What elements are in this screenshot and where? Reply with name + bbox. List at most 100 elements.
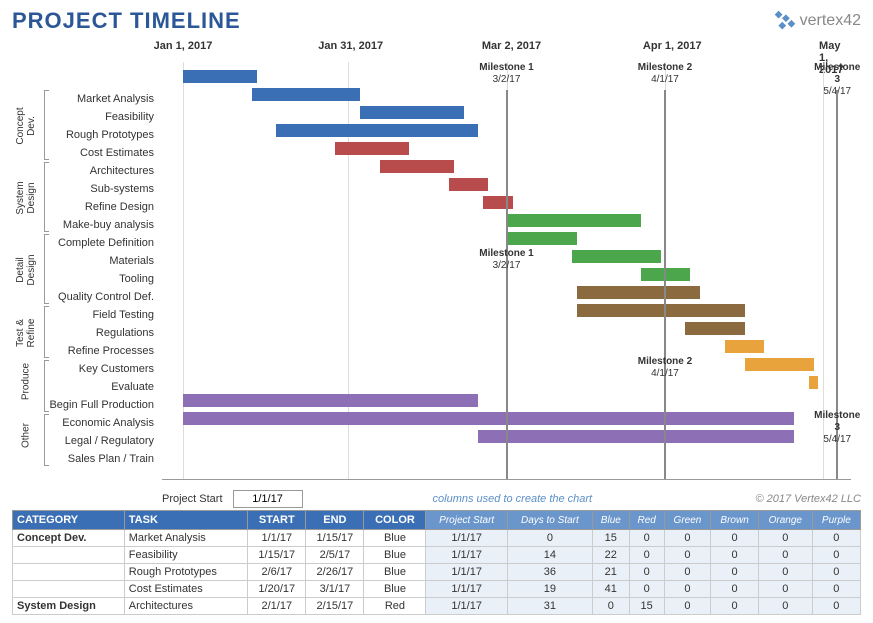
- milestone-line: [664, 90, 666, 479]
- table-cell: 1/15/17: [306, 530, 364, 547]
- group-bracket: [44, 414, 49, 466]
- table-header: COLOR: [364, 511, 426, 530]
- table-cell: 3/1/17: [306, 581, 364, 598]
- table-cell: 0: [758, 598, 812, 615]
- task-row: Materials: [12, 252, 851, 270]
- task-bar: [449, 178, 488, 191]
- table-cell: 0: [629, 530, 664, 547]
- table-cell: 2/26/17: [306, 564, 364, 581]
- task-label: Key Customers: [12, 363, 160, 375]
- table-cell: 15: [629, 598, 664, 615]
- task-row: Key Customers: [12, 360, 851, 378]
- table-cell: 0: [812, 598, 860, 615]
- table-cell: 0: [758, 581, 812, 598]
- table-cell: 0: [758, 547, 812, 564]
- task-row: Sub-systems: [12, 180, 851, 198]
- table-cell: [13, 581, 125, 598]
- table-row: Feasibility1/15/172/5/17Blue1/1/17142200…: [13, 547, 861, 564]
- table-cell: Blue: [364, 564, 426, 581]
- table-header: END: [306, 511, 364, 530]
- task-label: Complete Definition: [12, 237, 160, 249]
- task-bar: [380, 160, 454, 173]
- table-cell: Blue: [364, 547, 426, 564]
- task-bar: [577, 286, 700, 299]
- task-bar: [809, 376, 819, 389]
- table-cell: Feasibility: [124, 547, 247, 564]
- task-label: Legal / Regulatory: [12, 435, 160, 447]
- task-label: Quality Control Def.: [12, 291, 160, 303]
- table-cell: 0: [592, 598, 629, 615]
- table-cell: Concept Dev.: [13, 530, 125, 547]
- task-row: Complete Definition: [12, 234, 851, 252]
- task-bar: [252, 88, 360, 101]
- table-cell: Market Analysis: [124, 530, 247, 547]
- task-row: Refine Design: [12, 198, 851, 216]
- table-cell: 14: [507, 547, 592, 564]
- task-bar: [478, 430, 793, 443]
- copyright: © 2017 Vertex42 LLC: [755, 493, 861, 505]
- task-label: Evaluate: [12, 381, 160, 393]
- table-cell: 0: [758, 564, 812, 581]
- task-label: Economic Analysis: [12, 417, 160, 429]
- group-label: Other: [21, 416, 32, 456]
- table-sub-header: Purple: [812, 511, 860, 530]
- table-cell: 1/1/17: [426, 581, 507, 598]
- table-cell: 1/1/17: [426, 530, 507, 547]
- milestone-inline-label: Milestone 24/1/17: [638, 356, 692, 380]
- table-cell: 2/1/17: [248, 598, 306, 615]
- task-label: Begin Full Production: [12, 399, 160, 411]
- group-label: Produce: [21, 362, 32, 402]
- milestone-line: [506, 90, 508, 479]
- table-cell: 15: [592, 530, 629, 547]
- task-row: Make-buy analysis: [12, 216, 851, 234]
- table-cell: 0: [812, 564, 860, 581]
- task-label: Sales Plan / Train: [12, 453, 160, 465]
- table-cell: 0: [664, 598, 711, 615]
- logo-icon: [774, 10, 796, 32]
- table-cell: 0: [629, 581, 664, 598]
- table-cell: 0: [629, 547, 664, 564]
- axis-tick-label: Jan 1, 2017: [154, 40, 213, 52]
- table-cell: 0: [507, 530, 592, 547]
- project-start-input[interactable]: [233, 490, 303, 508]
- vertex42-logo: vertex42: [774, 10, 861, 32]
- data-table: CATEGORYTASKSTARTENDCOLORProject StartDa…: [12, 510, 861, 615]
- table-cell: 1/1/17: [426, 598, 507, 615]
- axis-tick-label: Apr 1, 2017: [643, 40, 702, 52]
- table-cell: 41: [592, 581, 629, 598]
- table-row: Cost Estimates1/20/173/1/17Blue1/1/17194…: [13, 581, 861, 598]
- table-cell: Blue: [364, 530, 426, 547]
- group-bracket: [44, 306, 49, 358]
- table-cell: 36: [507, 564, 592, 581]
- table-cell: 0: [664, 581, 711, 598]
- group-label: System Design: [15, 178, 37, 218]
- task-bar: [745, 358, 814, 371]
- table-cell: 0: [812, 581, 860, 598]
- task-bar: [183, 70, 257, 83]
- group-label: Test & Refine: [15, 313, 37, 353]
- table-cell: 0: [812, 530, 860, 547]
- axis-tick-label: Mar 2, 2017: [482, 40, 541, 52]
- table-cell: 19: [507, 581, 592, 598]
- task-bar: [572, 250, 661, 263]
- table-cell: 22: [592, 547, 629, 564]
- table-sub-header: Red: [629, 511, 664, 530]
- task-bar: [483, 196, 513, 209]
- task-bar: [725, 340, 764, 353]
- table-row: Concept Dev.Market Analysis 1/1/17 1/15/17…: [13, 530, 861, 547]
- gantt-chart: Jan 1, 2017Jan 31, 2017Mar 2, 2017Apr 1,…: [12, 40, 861, 480]
- task-bar: [577, 304, 745, 317]
- table-sub-header: Days to Start: [507, 511, 592, 530]
- table-row: Rough Prototypes2/6/172/26/17Blue1/1/173…: [13, 564, 861, 581]
- table-cell: 2/15/17: [306, 598, 364, 615]
- table-cell: 0: [711, 564, 759, 581]
- group-bracket: [44, 234, 49, 304]
- meta-row: Project Start columns used to create the…: [12, 490, 861, 508]
- table-cell: Architectures: [124, 598, 247, 615]
- table-cell: 0: [664, 564, 711, 581]
- group-bracket: [44, 162, 49, 232]
- task-bar: [360, 106, 464, 119]
- project-start-label: Project Start: [162, 493, 223, 505]
- table-cell: [13, 547, 125, 564]
- milestone-inline-label: Milestone 35/4/17: [814, 410, 860, 446]
